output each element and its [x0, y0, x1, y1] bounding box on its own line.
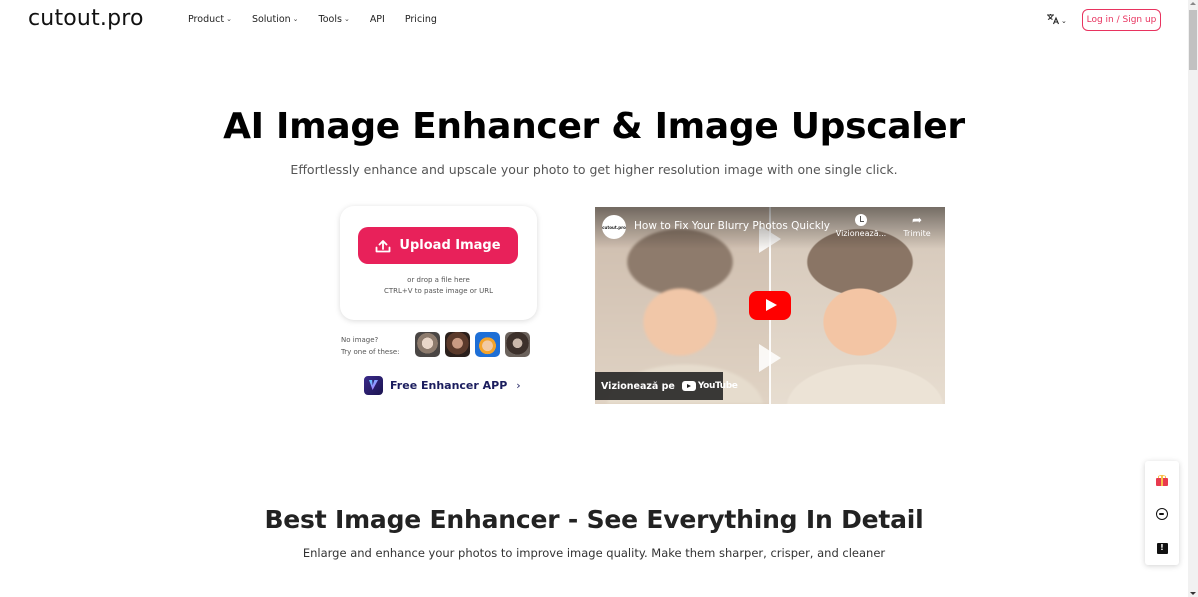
feedback-icon: ! — [1156, 542, 1168, 554]
share-button[interactable]: ➦ Trimite — [897, 214, 937, 238]
watch-on-youtube-button[interactable]: Vizionează pe YouTube — [595, 372, 738, 400]
chevron-down-icon: ⌄ — [343, 15, 350, 23]
support-icon — [1156, 508, 1168, 520]
page-subtitle: Effortlessly enhance and upscale your ph… — [290, 162, 898, 177]
scroll-thumb[interactable] — [1189, 10, 1197, 70]
share-label: Trimite — [903, 229, 931, 238]
sample-image-thumbnail[interactable] — [475, 332, 500, 357]
sample-image-thumbnail[interactable] — [415, 332, 440, 357]
clock-icon — [855, 214, 867, 226]
video-title[interactable]: How to Fix Your Blurry Photos Quickly — [634, 220, 830, 232]
nav-api-label: API — [369, 14, 385, 25]
app-link-label: Free Enhancer APP — [390, 379, 508, 392]
youtube-play-icon — [681, 381, 696, 391]
play-button[interactable] — [749, 291, 791, 320]
nav-solution-label: Solution — [251, 14, 291, 25]
feedback-button[interactable]: ! — [1145, 537, 1179, 559]
nav-tools-label: Tools — [318, 14, 342, 25]
youtube-video-embed[interactable]: cutout.pro How to Fix Your Blurry Photos… — [595, 207, 945, 404]
free-enhancer-app-link[interactable]: Free Enhancer APP › — [364, 376, 521, 395]
youtube-wordmark: YouTube — [697, 381, 738, 391]
nav-product[interactable]: Product ⌄ — [188, 14, 232, 25]
login-signup-button[interactable]: Log in / Sign up — [1082, 9, 1161, 31]
upload-image-button[interactable]: Upload Image — [358, 227, 518, 264]
nav-solution[interactable]: Solution ⌄ — [252, 14, 299, 25]
page-scrollbar[interactable] — [1188, 0, 1198, 597]
upload-icon — [376, 239, 391, 252]
nav-pricing[interactable]: Pricing — [405, 14, 437, 25]
nav-pricing-label: Pricing — [404, 14, 437, 25]
sample-image-thumbnail[interactable] — [445, 332, 470, 357]
watch-later-button[interactable]: Vizionează... — [831, 214, 891, 238]
sample-images — [415, 332, 530, 357]
nav-tools[interactable]: Tools ⌄ — [319, 14, 350, 25]
upload-button-label: Upload Image — [399, 238, 501, 253]
page-title: AI Image Enhancer & Image Upscaler — [223, 106, 965, 147]
chevron-down-icon: ⌄ — [1061, 17, 1067, 25]
chevron-right-icon: › — [516, 379, 521, 392]
upload-dropzone[interactable]: Upload Image or drop a file here CTRL+V … — [340, 206, 537, 320]
logo[interactable]: cutout.pro — [28, 6, 144, 31]
chevron-down-icon: ⌄ — [226, 15, 232, 23]
share-icon: ➦ — [911, 213, 923, 227]
channel-logo[interactable]: cutout.pro — [602, 215, 626, 239]
chevron-down-icon: ⌄ — [292, 15, 299, 23]
support-button[interactable] — [1145, 503, 1179, 525]
nav-api[interactable]: API — [370, 14, 385, 25]
main-nav: Product ⌄ Solution ⌄ Tools ⌄ API Pricing — [188, 14, 457, 25]
upload-hint: or drop a file here CTRL+V to paste imag… — [340, 275, 537, 297]
drop-hint: or drop a file here — [407, 276, 470, 284]
watch-later-label: Vizionează... — [835, 229, 887, 238]
gift-icon — [1156, 474, 1168, 486]
site-header: cutout.pro Product ⌄ Solution ⌄ Tools ⌄ API… — [0, 0, 1188, 40]
youtube-logo: YouTube — [681, 381, 738, 391]
section-subtitle: Enlarge and enhance your photos to impro… — [302, 546, 886, 560]
section-title: Best Image Enhancer - See Everything In … — [264, 505, 924, 534]
translate-icon — [1047, 14, 1060, 25]
sample-image-thumbnail[interactable] — [505, 332, 530, 357]
scroll-down-arrow-icon[interactable] — [1190, 592, 1196, 595]
watch-on-label: Vizionează pe — [601, 380, 675, 392]
samples-label-line2: Try one of these: — [341, 348, 400, 356]
samples-label-line1: No image? — [341, 336, 379, 344]
nav-product-label: Product — [188, 14, 225, 25]
samples-label: No image? Try one of these: — [341, 334, 400, 358]
scroll-up-arrow-icon[interactable] — [1190, 2, 1196, 5]
enhancer-app-icon — [364, 376, 383, 395]
arrow-right-icon — [759, 344, 781, 372]
language-selector[interactable]: ⌄ — [1046, 12, 1067, 26]
paste-hint: CTRL+V to paste image or URL — [383, 287, 494, 295]
gift-button[interactable] — [1145, 469, 1179, 491]
floating-toolbar: ! — [1145, 461, 1179, 565]
